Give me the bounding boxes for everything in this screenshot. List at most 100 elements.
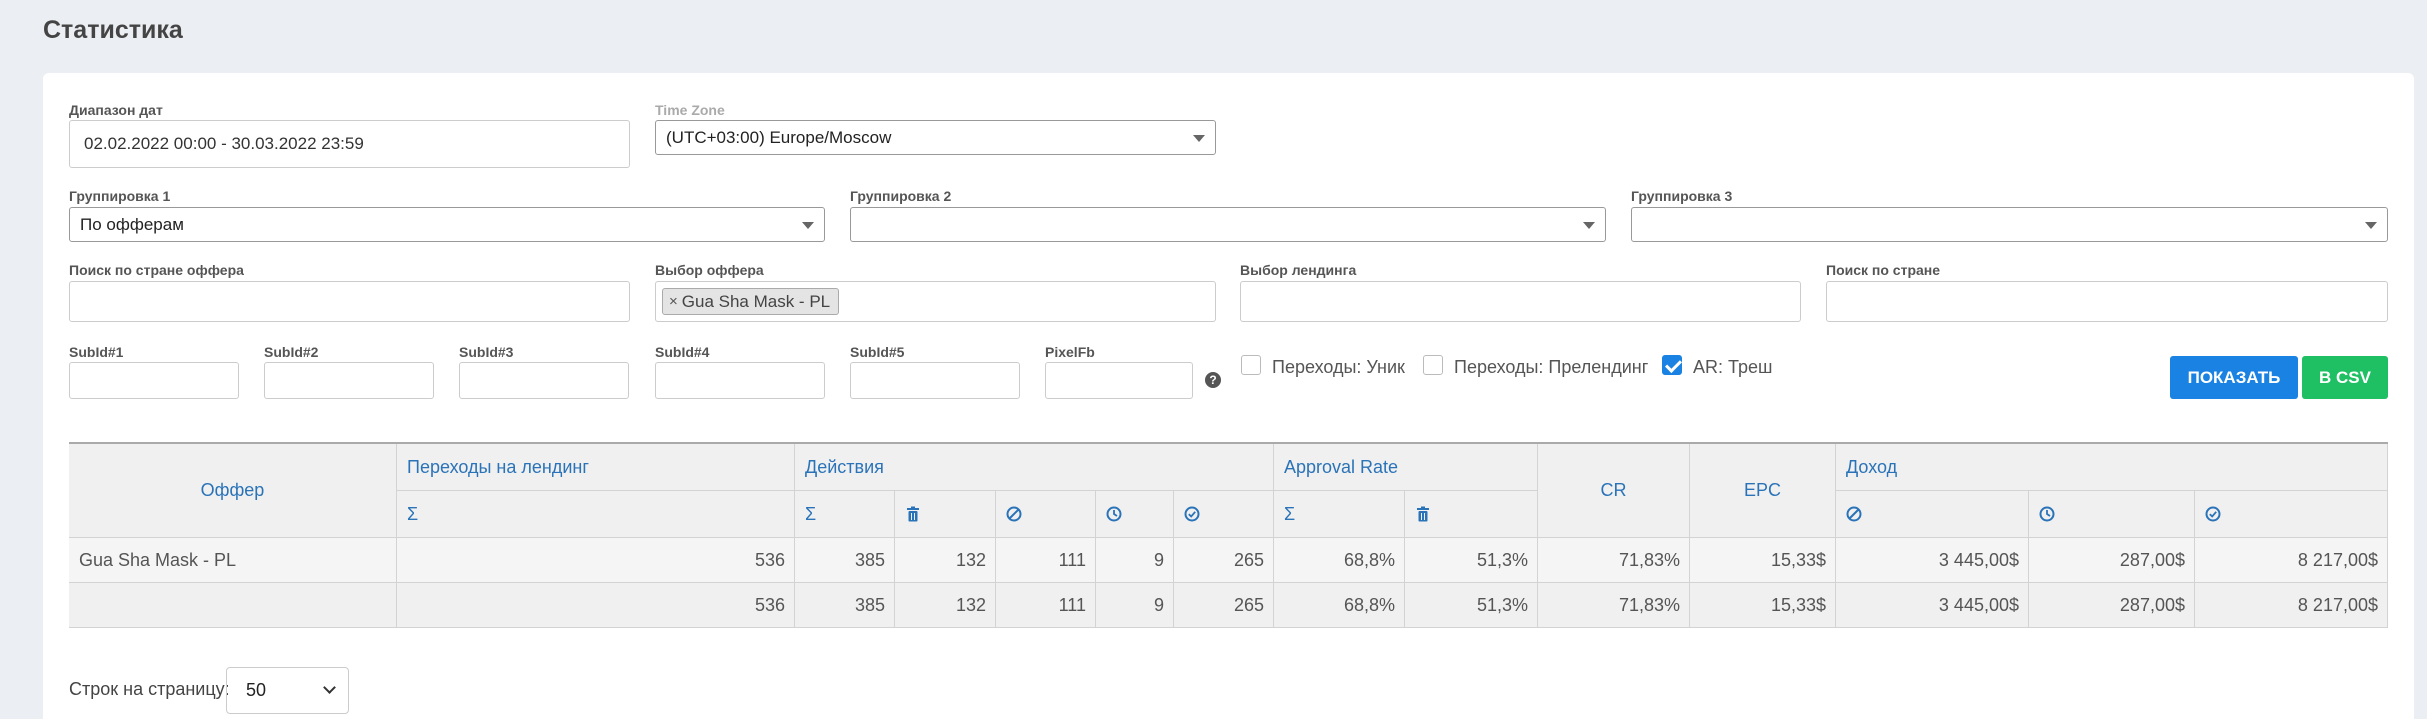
table-cell: 265: [1174, 538, 1274, 583]
group2-select[interactable]: [850, 207, 1606, 242]
header-income[interactable]: Доход: [1836, 444, 2388, 491]
totals-label: [69, 583, 397, 628]
date-range-label: Диапазон дат: [69, 102, 163, 118]
table-cell: 111: [996, 583, 1096, 628]
table-cell: 71,83%: [1538, 583, 1690, 628]
header-cr[interactable]: CR: [1538, 444, 1690, 538]
table-cell: 385: [795, 538, 895, 583]
table-cell: 9: [1096, 583, 1174, 628]
remove-tag-icon[interactable]: ×: [669, 293, 678, 310]
date-range-input[interactable]: 02.02.2022 00:00 - 30.03.2022 23:59: [69, 120, 630, 168]
caret-down-icon: [1583, 222, 1595, 229]
subid2-label: SubId#2: [264, 344, 319, 360]
sigma-icon: Σ: [407, 503, 419, 524]
group3-label: Группировка 3: [1631, 188, 1733, 204]
subid4-label: SubId#4: [655, 344, 710, 360]
rows-per-page-label: Строк на страницу:: [69, 679, 230, 699]
trash-icon: [1417, 506, 1429, 522]
subid3-label: SubId#3: [459, 344, 514, 360]
offer-select-label: Выбор оффера: [655, 262, 764, 278]
row-offer-name: Gua Sha Mask - PL: [69, 538, 397, 583]
table-cell: 536: [397, 583, 795, 628]
prelanding-clicks-checkbox[interactable]: [1423, 355, 1443, 375]
offer-country-input[interactable]: [69, 281, 630, 322]
csv-button[interactable]: В CSV: [2302, 356, 2388, 399]
income-cancel-header[interactable]: [1836, 491, 2029, 538]
table-cell: 8 217,00$: [2195, 538, 2388, 583]
table-cell: 385: [795, 583, 895, 628]
caret-down-icon: [2365, 222, 2377, 229]
country-input[interactable]: [1826, 281, 2388, 322]
group2-label: Группировка 2: [850, 188, 952, 204]
subid2-input[interactable]: [264, 362, 434, 399]
table-cell: 111: [996, 538, 1096, 583]
subid3-input[interactable]: [459, 362, 629, 399]
table-cell: 68,8%: [1274, 538, 1405, 583]
offer-tag-label: Gua Sha Mask - PL: [681, 291, 831, 311]
table-cell: 8 217,00$: [2195, 583, 2388, 628]
sigma-icon: Σ: [1284, 503, 1296, 524]
actions-trash-header[interactable]: [895, 491, 996, 538]
sigma-icon: Σ: [805, 503, 817, 524]
actions-hold-header[interactable]: [1096, 491, 1174, 538]
header-actions[interactable]: Действия: [795, 444, 1274, 491]
page-title: Статистика: [43, 16, 183, 44]
header-offer[interactable]: Оффер: [69, 444, 397, 538]
cancel-icon: [1846, 506, 1862, 522]
show-button[interactable]: ПОКАЗАТЬ: [2170, 356, 2298, 399]
ar-trash-checkbox[interactable]: [1662, 355, 1682, 375]
timezone-label: Time Zone: [655, 102, 725, 118]
subid1-label: SubId#1: [69, 344, 124, 360]
pixel-input[interactable]: [1045, 362, 1193, 399]
header-clicks[interactable]: Переходы на лендинг: [397, 444, 795, 491]
offer-country-label: Поиск по стране оффера: [69, 262, 244, 278]
table-cell: 132: [895, 538, 996, 583]
landing-select-input[interactable]: [1240, 281, 1801, 322]
help-icon[interactable]: ?: [1205, 372, 1221, 388]
approval-trash-header[interactable]: [1405, 491, 1538, 538]
group1-label: Группировка 1: [69, 188, 171, 204]
income-approved-header[interactable]: [2195, 491, 2388, 538]
group3-select[interactable]: [1631, 207, 2388, 242]
table-cell: 287,00$: [2029, 583, 2195, 628]
prelanding-clicks-label: Переходы: Прелендинг: [1454, 357, 1649, 377]
subid1-input[interactable]: [69, 362, 239, 399]
table-cell: 9: [1096, 538, 1174, 583]
actions-sum-header[interactable]: Σ: [795, 491, 895, 538]
table-cell: 71,83%: [1538, 538, 1690, 583]
header-approval[interactable]: Approval Rate: [1274, 444, 1538, 491]
ar-trash-label: AR: Треш: [1693, 357, 1773, 377]
stats-table: Оффер Переходы на лендинг Действия Appro…: [69, 442, 2388, 628]
table-cell: 68,8%: [1274, 583, 1405, 628]
actions-cancel-header[interactable]: [996, 491, 1096, 538]
offer-tag[interactable]: × Gua Sha Mask - PL: [662, 288, 840, 315]
table-cell: 51,3%: [1405, 583, 1538, 628]
header-epc[interactable]: EPC: [1690, 444, 1836, 538]
group1-select[interactable]: По офферам: [69, 207, 825, 242]
subid4-input[interactable]: [655, 362, 825, 399]
approval-sum-header[interactable]: Σ: [1274, 491, 1405, 538]
unique-clicks-checkbox[interactable]: [1241, 355, 1261, 375]
table-cell: 15,33$: [1690, 538, 1836, 583]
table-cell: 265: [1174, 583, 1274, 628]
clicks-sum-header[interactable]: Σ: [397, 491, 795, 538]
table-cell: 3 445,00$: [1836, 583, 2029, 628]
actions-approved-header[interactable]: [1174, 491, 1274, 538]
unique-clicks-label: Переходы: Уник: [1272, 357, 1405, 377]
check-circle-icon: [2205, 506, 2221, 522]
table-cell: 51,3%: [1405, 538, 1538, 583]
income-hold-header[interactable]: [2029, 491, 2195, 538]
caret-down-icon: [802, 222, 814, 229]
group1-value: По офферам: [80, 214, 184, 234]
timezone-select[interactable]: (UTC+03:00) Europe/Moscow: [655, 120, 1216, 155]
table-cell: 3 445,00$: [1836, 538, 2029, 583]
offer-select-input[interactable]: × Gua Sha Mask - PL: [655, 281, 1216, 322]
subid5-input[interactable]: [850, 362, 1020, 399]
cancel-icon: [1006, 506, 1022, 522]
rows-per-page-select[interactable]: 50: [226, 667, 349, 714]
table-cell: 287,00$: [2029, 538, 2195, 583]
table-cell: 536: [397, 538, 795, 583]
country-label: Поиск по стране: [1826, 262, 1941, 278]
clock-icon: [1106, 506, 1122, 522]
caret-down-icon: [1193, 135, 1205, 142]
